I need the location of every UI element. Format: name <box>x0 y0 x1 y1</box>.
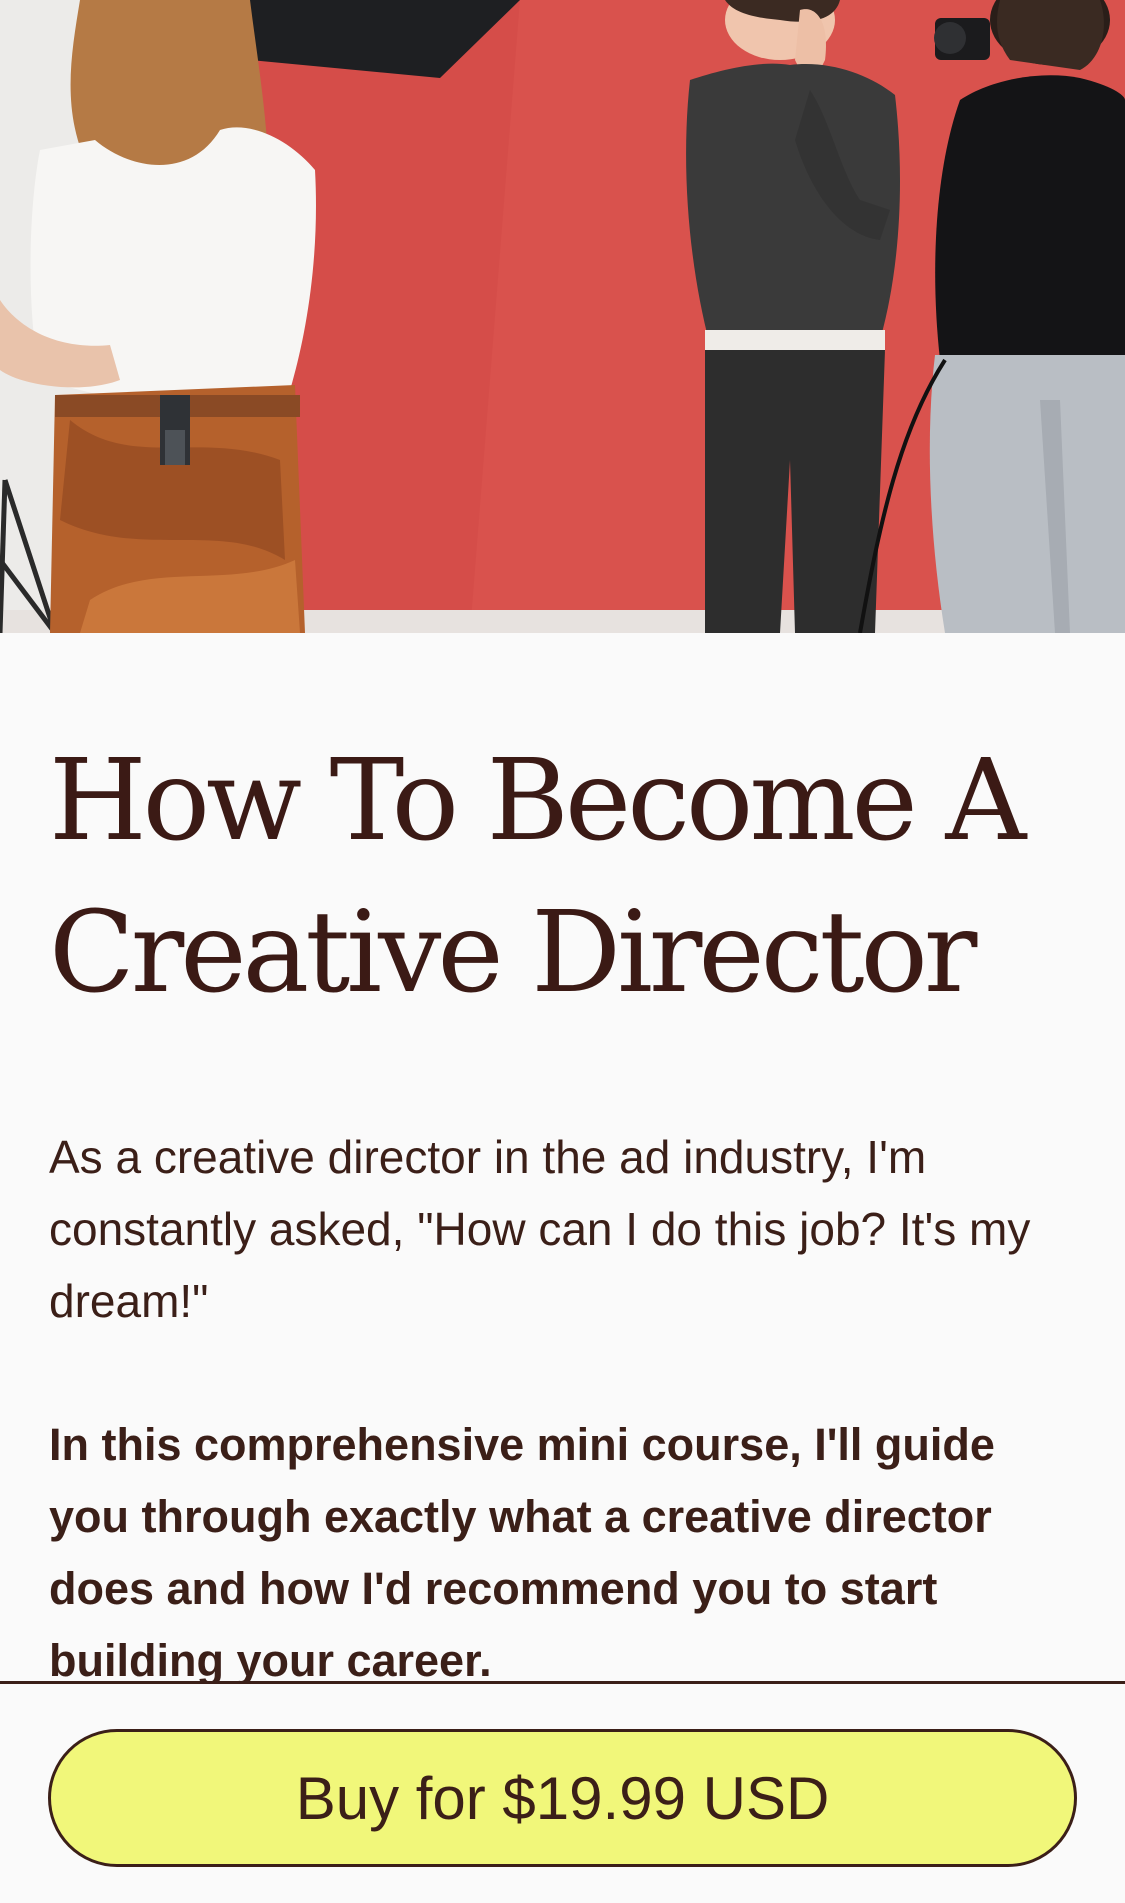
hero-image <box>0 0 1125 633</box>
purchase-bar: Buy for $19.99 USD <box>0 1681 1125 1903</box>
product-details: How To Become A Creative Director As a c… <box>49 725 1059 1697</box>
product-description: As a creative director in the ad industr… <box>49 1131 1031 1327</box>
photo-shoot-illustration <box>0 0 1125 633</box>
product-page: How To Become A Creative Director As a c… <box>0 0 1125 1903</box>
product-highlight: In this comprehensive mini course, I'll … <box>49 1419 995 1686</box>
product-title: How To Become A Creative Director <box>49 736 1026 1018</box>
buy-button[interactable]: Buy for $19.99 USD <box>48 1729 1077 1867</box>
